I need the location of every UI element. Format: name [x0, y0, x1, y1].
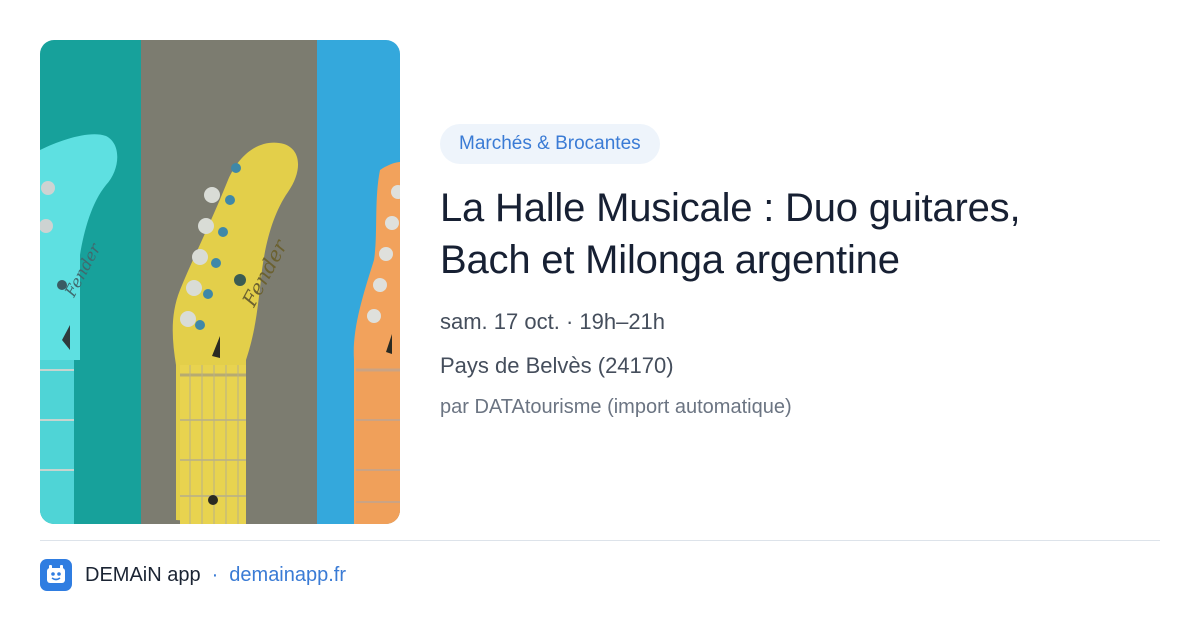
footer-divider [40, 540, 1160, 541]
event-date: sam. 17 oct. · 19h–21h [440, 309, 666, 334]
footer-separator: · [211, 563, 219, 586]
event-title-line-1: La Halle Musicale : Duo guitares, [440, 186, 1021, 230]
event-title-line-2: Bach et Milonga argentine [440, 238, 900, 282]
event-source: par DATAtourisme (import automatique) [440, 396, 792, 418]
event-title: La Halle Musicale : Duo guitares, Bach e… [440, 182, 1160, 286]
event-image: Fender Fender [40, 40, 400, 524]
event-location: Pays de Belvès (24170) [440, 353, 674, 378]
app-url-link[interactable]: demainapp.fr [229, 564, 346, 587]
demain-logo-icon [40, 559, 72, 591]
footer: DEMAiN app · demainapp.fr [40, 558, 346, 592]
app-name: DEMAiN app [85, 563, 201, 586]
category-chip[interactable]: Marchés & Brocantes [440, 124, 660, 164]
event-info: Marchés & Brocantes La Halle Musicale : … [440, 124, 1160, 422]
